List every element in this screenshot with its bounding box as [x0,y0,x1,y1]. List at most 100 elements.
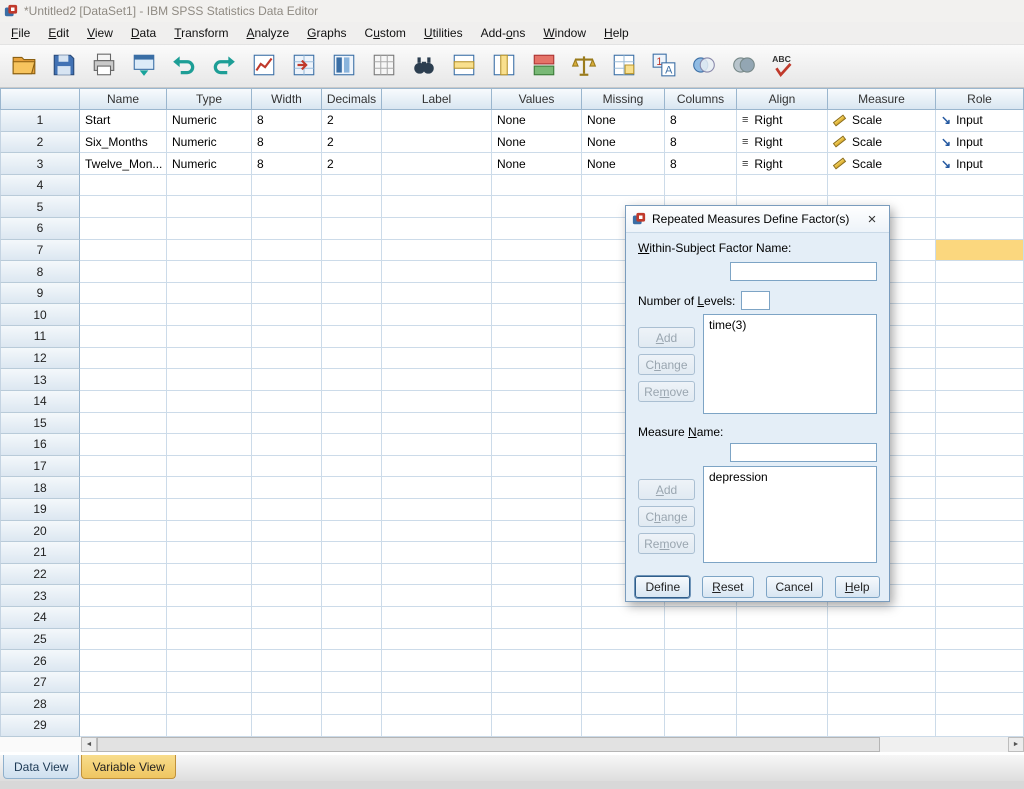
cell-type-row17[interactable] [167,456,252,478]
cell-width-row27[interactable] [252,672,322,694]
cell-role-row21[interactable] [936,542,1024,564]
cell-columns-row26[interactable] [665,650,737,672]
cell-type-row4[interactable] [167,175,252,197]
cell-values-row10[interactable] [492,304,582,326]
cell-role-row4[interactable] [936,175,1024,197]
menu-edit[interactable]: Edit [39,23,78,43]
row-header-20[interactable]: 20 [0,521,80,543]
cell-type-row9[interactable] [167,283,252,305]
dialog-close-button[interactable]: × [861,211,883,228]
cell-width-row6[interactable] [252,218,322,240]
cell-label-row14[interactable] [382,391,492,413]
column-header-values[interactable]: Values [492,88,582,110]
row-header-25[interactable]: 25 [0,629,80,651]
corner-cell[interactable] [0,88,80,110]
row-header-15[interactable]: 15 [0,413,80,435]
cell-role-row24[interactable] [936,607,1024,629]
cancel-button[interactable]: Cancel [766,576,823,598]
goto-chart-button[interactable] [248,51,279,82]
cell-decimals-row12[interactable] [322,348,382,370]
cell-columns-row2[interactable]: 8 [665,132,737,154]
cell-label-row16[interactable] [382,434,492,456]
cell-missing-row3[interactable]: None [582,153,665,175]
goto-variable-button[interactable] [328,51,359,82]
cell-label-row11[interactable] [382,326,492,348]
cell-name-row18[interactable] [80,477,167,499]
cell-width-row18[interactable] [252,477,322,499]
cell-label-row19[interactable] [382,499,492,521]
cell-width-row11[interactable] [252,326,322,348]
cell-label-row24[interactable] [382,607,492,629]
cell-role-row6[interactable] [936,218,1024,240]
column-header-columns[interactable]: Columns [665,88,737,110]
cell-name-row19[interactable] [80,499,167,521]
cell-decimals-row4[interactable] [322,175,382,197]
cell-width-row1[interactable]: 8 [252,110,322,132]
cell-decimals-row28[interactable] [322,693,382,715]
row-header-13[interactable]: 13 [0,369,80,391]
cell-type-row25[interactable] [167,629,252,651]
cell-width-row17[interactable] [252,456,322,478]
cell-type-row27[interactable] [167,672,252,694]
cell-measure-row4[interactable] [828,175,936,197]
cell-decimals-row5[interactable] [322,196,382,218]
cell-align-row1[interactable]: ≡Right [737,110,828,132]
cell-width-row25[interactable] [252,629,322,651]
row-header-29[interactable]: 29 [0,715,80,737]
spell-check-button[interactable]: ABC [768,51,799,82]
tab-data-view[interactable]: Data View [3,755,79,779]
row-header-4[interactable]: 4 [0,175,80,197]
cell-label-row8[interactable] [382,261,492,283]
cell-type-row29[interactable] [167,715,252,737]
cell-role-row23[interactable] [936,585,1024,607]
cell-values-row5[interactable] [492,196,582,218]
cell-measure-row29[interactable] [828,715,936,737]
cell-width-row12[interactable] [252,348,322,370]
cell-decimals-row13[interactable] [322,369,382,391]
cell-type-row21[interactable] [167,542,252,564]
cell-name-row2[interactable]: Six_Months [80,132,167,154]
column-header-label[interactable]: Label [382,88,492,110]
cell-label-row21[interactable] [382,542,492,564]
menu-addons[interactable]: Add-ons [472,23,535,43]
reset-button[interactable]: Reset [702,576,753,598]
cell-decimals-row10[interactable] [322,304,382,326]
cell-values-row20[interactable] [492,521,582,543]
recall-dialogs-button[interactable] [128,51,159,82]
cell-values-row3[interactable]: None [492,153,582,175]
cell-name-row3[interactable]: Twelve_Mon... [80,153,167,175]
cell-values-row27[interactable] [492,672,582,694]
cell-width-row8[interactable] [252,261,322,283]
cell-decimals-row29[interactable] [322,715,382,737]
cell-type-row5[interactable] [167,196,252,218]
cell-values-row12[interactable] [492,348,582,370]
cell-missing-row24[interactable] [582,607,665,629]
cell-values-row22[interactable] [492,564,582,586]
cell-role-row14[interactable] [936,391,1024,413]
cell-decimals-row15[interactable] [322,413,382,435]
row-header-19[interactable]: 19 [0,499,80,521]
help-button[interactable]: Help [835,576,880,598]
cell-decimals-row1[interactable]: 2 [322,110,382,132]
cell-missing-row28[interactable] [582,693,665,715]
cell-role-row26[interactable] [936,650,1024,672]
cell-width-row28[interactable] [252,693,322,715]
cell-decimals-row24[interactable] [322,607,382,629]
cell-align-row3[interactable]: ≡Right [737,153,828,175]
cell-measure-row3[interactable]: Scale [828,153,936,175]
cell-values-row6[interactable] [492,218,582,240]
variables-button[interactable] [368,51,399,82]
select-cases-button[interactable] [608,51,639,82]
cell-name-row29[interactable] [80,715,167,737]
factor-name-input[interactable] [730,262,877,281]
row-header-28[interactable]: 28 [0,693,80,715]
cell-name-row21[interactable] [80,542,167,564]
cell-type-row2[interactable]: Numeric [167,132,252,154]
menu-graphs[interactable]: Graphs [298,23,355,43]
row-header-5[interactable]: 5 [0,196,80,218]
cell-type-row18[interactable] [167,477,252,499]
factor-add-button[interactable]: Add [638,327,695,348]
selected-cell[interactable] [936,240,1024,262]
cell-role-row19[interactable] [936,499,1024,521]
cell-role-row8[interactable] [936,261,1024,283]
